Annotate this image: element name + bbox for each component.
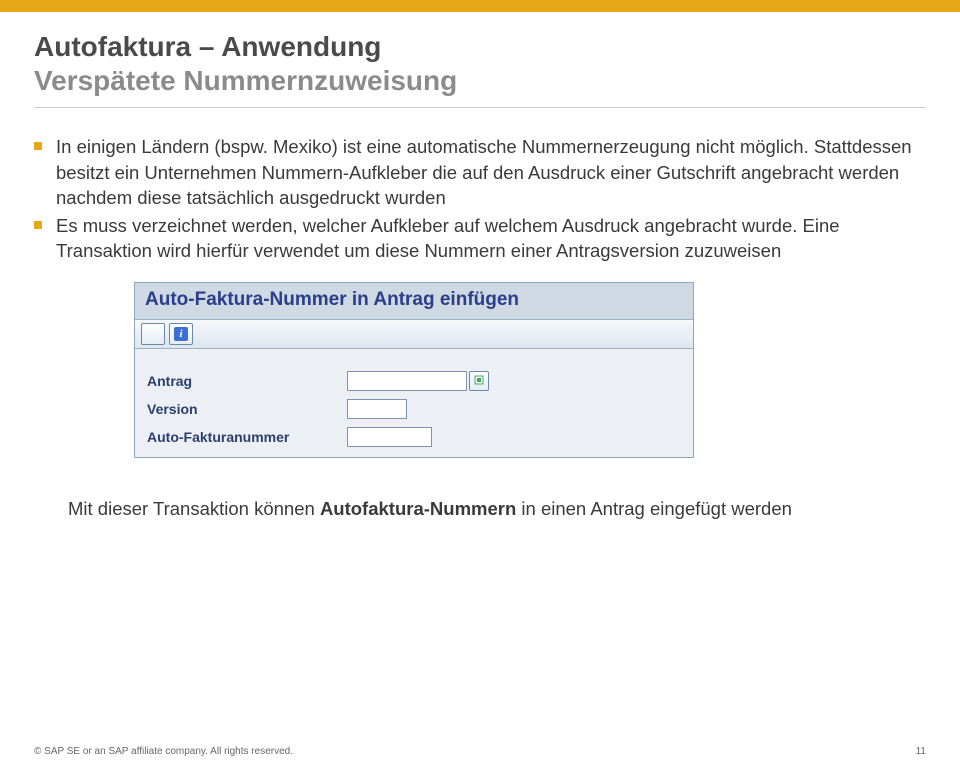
form-row-antrag: Antrag — [135, 367, 693, 395]
bullet-item: In einigen Ländern (bspw. Mexiko) ist ei… — [34, 134, 926, 211]
execute-button[interactable] — [141, 323, 165, 345]
slide-subtitle: Verspätete Nummernzuweisung — [34, 64, 926, 98]
sap-title-bar: Auto-Faktura-Nummer in Antrag einfügen — [135, 283, 693, 319]
slide-footer: SAP SE or an SAP affiliate company. All … — [34, 746, 926, 757]
label-version: Version — [147, 401, 347, 417]
label-afnr: Auto-Fakturanummer — [147, 429, 347, 445]
title-divider — [34, 107, 926, 108]
form-row-afnr: Auto-Fakturanummer — [135, 423, 693, 451]
sap-window-title: Auto-Faktura-Nummer in Antrag einfügen — [145, 289, 519, 310]
sap-form-body: Antrag Version Auto-Fakturanummer — [135, 349, 693, 457]
sap-toolbar: i — [135, 319, 693, 349]
info-icon: i — [174, 327, 188, 341]
slide-content: Autofaktura – Anwendung Verspätete Numme… — [0, 12, 960, 520]
sap-window: Auto-Faktura-Nummer in Antrag einfügen i… — [134, 282, 694, 458]
input-afnr[interactable] — [347, 427, 432, 447]
input-antrag[interactable] — [347, 371, 467, 391]
footer-copyright: SAP SE or an SAP affiliate company. All … — [34, 746, 293, 757]
input-version[interactable] — [347, 399, 407, 419]
search-help-icon — [474, 372, 484, 390]
bullet-item: Es muss verzeichnet werden, welcher Aufk… — [34, 213, 926, 264]
label-antrag: Antrag — [147, 373, 347, 389]
bullet-list: In einigen Ländern (bspw. Mexiko) ist ei… — [34, 134, 926, 264]
bottom-note-post: in einen Antrag eingefügt werden — [516, 498, 792, 519]
slide-accent-bar — [0, 0, 960, 12]
footer-page-number: 11 — [916, 746, 926, 757]
search-help-button[interactable] — [469, 371, 489, 391]
info-button[interactable]: i — [169, 323, 193, 345]
bottom-note: Mit dieser Transaktion können Autofaktur… — [68, 498, 926, 520]
bottom-note-pre: Mit dieser Transaktion können — [68, 498, 320, 519]
bottom-note-bold: Autofaktura-Nummern — [320, 498, 516, 519]
slide-title: Autofaktura – Anwendung — [34, 30, 926, 64]
form-row-version: Version — [135, 395, 693, 423]
